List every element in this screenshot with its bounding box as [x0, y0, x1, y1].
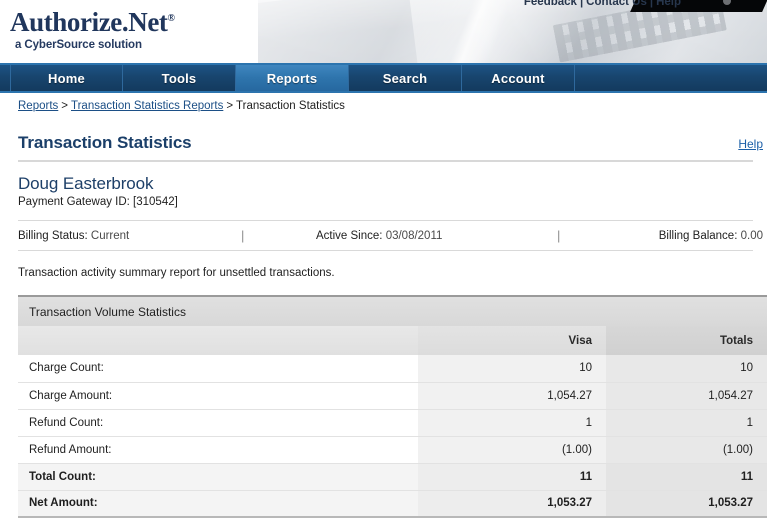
row-label-net-amount: Net Amount: [18, 490, 418, 518]
utility-links: Feedback | Contact Us | Help [524, 0, 681, 8]
row-totals-total-count: 11 [606, 463, 767, 491]
report-description: Transaction activity summary report for … [18, 267, 335, 279]
breadcrumb-link-transaction-statistics-reports[interactable]: Transaction Statistics Reports [71, 100, 223, 112]
page-title: Transaction Statistics [18, 133, 192, 152]
billing-balance-value: 0.00 [740, 229, 763, 242]
site-header: Authorize.Net® a CyberSource solution Fe… [0, 0, 767, 63]
utility-link-help[interactable]: Help [656, 0, 681, 8]
table-row: Net Amount: 1,053.27 1,053.27 [18, 490, 767, 518]
table-body: Charge Count: 10 10 Charge Amount: 1,054… [18, 355, 767, 518]
table-row: Total Count: 11 11 [18, 463, 767, 491]
nav-item-reports[interactable]: Reports [236, 65, 349, 91]
status-separator-2: | [557, 228, 561, 243]
billing-balance-label: Billing Balance: [658, 229, 738, 242]
account-status-bar: Billing Status: Current | Active Since: … [18, 221, 763, 250]
column-header-label [18, 326, 418, 355]
section-header: Transaction Volume Statistics [18, 297, 767, 326]
row-visa-refund-count: 1 [418, 409, 606, 437]
nav-item-home[interactable]: Home [10, 65, 123, 91]
row-visa-refund-amount: (1.00) [418, 436, 606, 464]
row-visa-charge-amount: 1,054.27 [418, 382, 606, 410]
active-since-value: 03/08/2011 [385, 229, 443, 242]
billing-status-value: Current [90, 229, 130, 242]
main-navigation: Home Tools Reports Search Account [0, 63, 767, 93]
table-row: Refund Amount: (1.00) (1.00) [18, 436, 767, 464]
breadcrumb-separator-1: > [61, 100, 68, 112]
column-header-totals: Totals [606, 326, 767, 355]
active-since-group: Active Since: 03/08/2011 [316, 230, 442, 242]
row-label-total-count: Total Count: [18, 463, 418, 491]
billing-status-group: Billing Status: Current [18, 230, 129, 242]
table-row: Charge Count: 10 10 [18, 355, 767, 383]
breadcrumb-link-reports[interactable]: Reports [18, 100, 58, 112]
account-summary: Doug Easterbrook Payment Gateway ID: [31… [0, 162, 767, 208]
row-visa-charge-count: 10 [418, 355, 606, 383]
utility-separator-2: | [649, 0, 654, 8]
row-totals-refund-amount: (1.00) [606, 436, 767, 464]
page-root: Authorize.Net® a CyberSource solution Fe… [0, 0, 767, 528]
row-totals-charge-amount: 1,054.27 [606, 382, 767, 410]
billing-balance-group: Billing Balance: 0.00 [659, 230, 763, 242]
utility-separator-1: | [579, 0, 584, 8]
page-title-row: Transaction Statistics Help [0, 129, 767, 153]
breadcrumb-current-transaction-statistics: Transaction Statistics [236, 100, 345, 112]
breadcrumb: Reports > Transaction Statistics Reports > T… [0, 93, 767, 119]
logo-trademark-icon: ® [167, 13, 175, 24]
active-since-label: Active Since: [316, 229, 383, 242]
account-holder-name: Doug Easterbrook [18, 174, 154, 193]
section-title: Transaction Volume Statistics [29, 304, 186, 319]
column-header-visa: Visa [418, 326, 606, 355]
row-totals-net-amount: 1,053.27 [606, 490, 767, 518]
row-label-charge-amount: Charge Amount: [18, 382, 418, 410]
logo-tagline: a CyberSource solution [15, 39, 142, 51]
row-totals-charge-count: 10 [606, 355, 767, 383]
breadcrumb-separator-2: > [226, 100, 234, 112]
page-help-link[interactable]: Help [738, 137, 763, 151]
row-visa-net-amount: 1,053.27 [418, 490, 606, 518]
row-label-refund-count: Refund Count: [18, 409, 418, 437]
authorize-net-logo[interactable]: Authorize.Net® a CyberSource solution [10, 4, 245, 51]
table-row: Charge Amount: 1,054.27 1,054.27 [18, 382, 767, 410]
transaction-volume-statistics-panel: Transaction Volume Statistics Visa Total… [18, 295, 767, 518]
row-label-charge-count: Charge Count: [18, 355, 418, 383]
logo-wordmark-text: Authorize.Net [10, 7, 168, 37]
utility-link-contact-us[interactable]: Contact Us [586, 0, 647, 8]
status-separator-1: | [241, 228, 245, 243]
billing-status-label: Billing Status: [18, 229, 88, 242]
row-totals-refund-count: 1 [606, 409, 767, 437]
utility-link-feedback[interactable]: Feedback [524, 0, 577, 8]
nav-item-search[interactable]: Search [349, 65, 462, 91]
table-header-row: Visa Totals [18, 326, 767, 355]
table-head: Visa Totals [18, 326, 767, 355]
payment-gateway-id: Payment Gateway ID: [310542] [18, 196, 178, 208]
nav-item-account[interactable]: Account [462, 65, 575, 91]
logo-wordmark: Authorize.Net® [10, 4, 245, 37]
row-label-refund-amount: Refund Amount: [18, 436, 418, 464]
row-visa-total-count: 11 [418, 463, 606, 491]
transaction-statistics-table: Visa Totals Charge Count: 10 10 Charge A… [18, 326, 767, 518]
nav-item-tools[interactable]: Tools [123, 65, 236, 91]
table-row: Refund Count: 1 1 [18, 409, 767, 437]
